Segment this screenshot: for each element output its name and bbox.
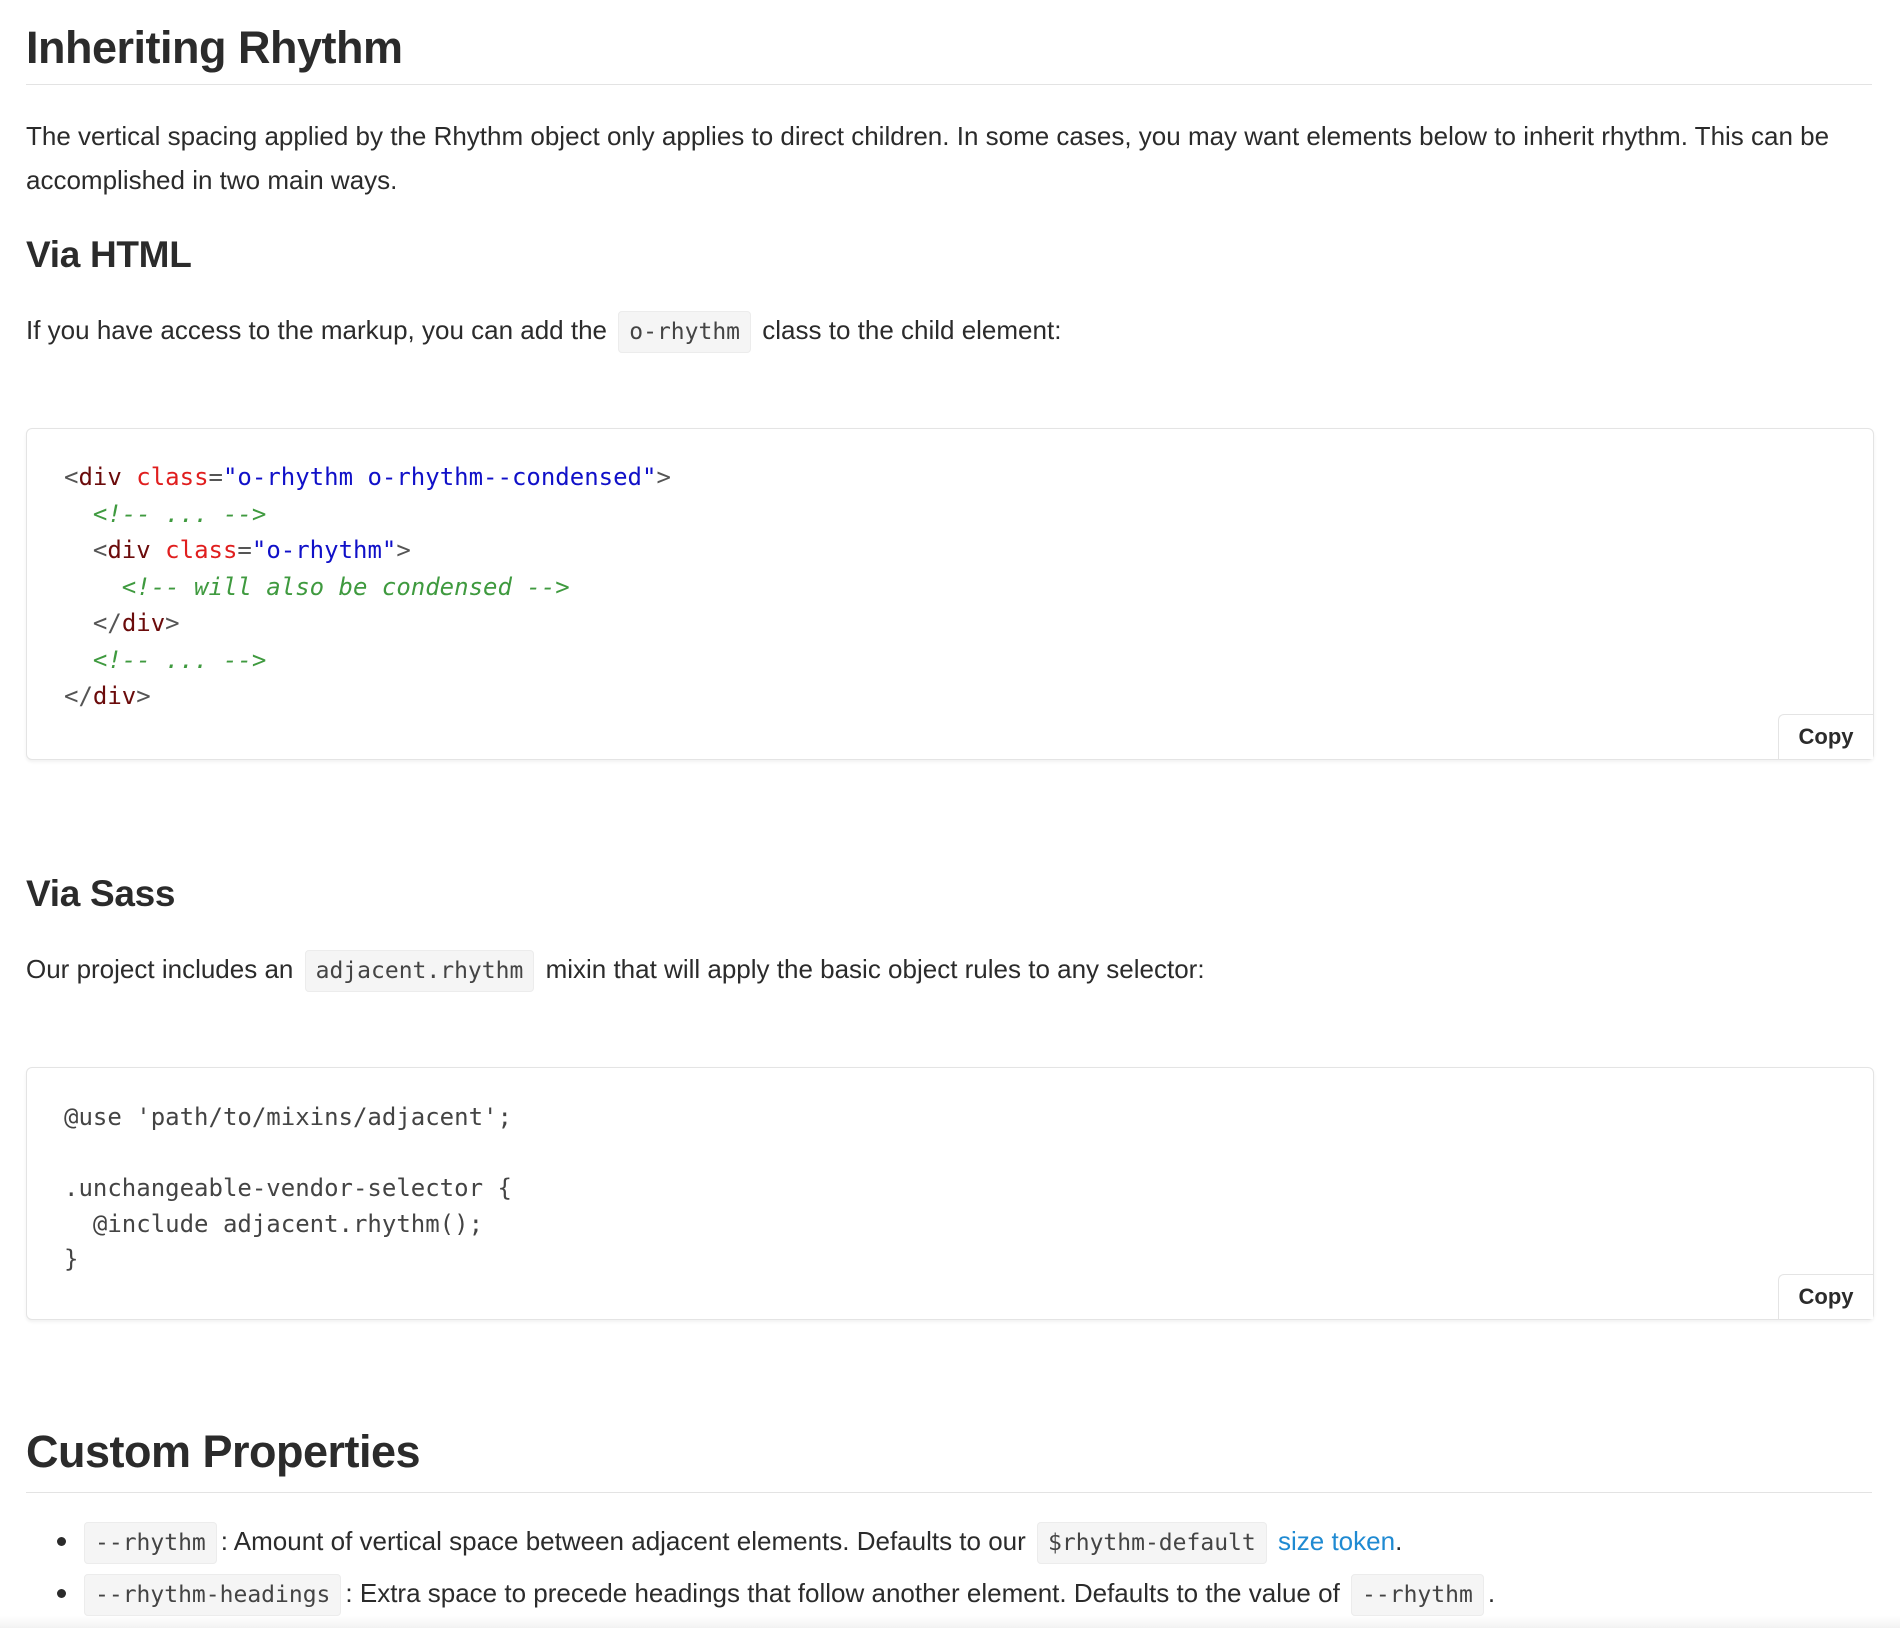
inline-code-adjacent-rhythm: adjacent.rhythm <box>304 950 535 992</box>
copy-button-html[interactable]: Copy <box>1778 714 1873 759</box>
rhythm-headings-description: : Extra space to precede headings that f… <box>345 1578 1340 1608</box>
copy-button-sass[interactable]: Copy <box>1778 1274 1873 1319</box>
inline-code-rhythm-default: $rhythm-default <box>1037 1522 1267 1564</box>
code-line: <!-- ... --> <box>92 645 267 674</box>
sass-code-block: @use 'path/to/mixins/adjacent'; .unchang… <box>26 1067 1874 1320</box>
list-item: --rhythm: Amount of vertical space betwe… <box>26 1516 1872 1568</box>
rhythm-description: : Amount of vertical space between adjac… <box>220 1526 1026 1556</box>
via-html-text-after: class to the child element: <box>762 315 1062 345</box>
section-heading-wrap: Inheriting Rhythm <box>26 22 1872 85</box>
inline-code-rhythm: --rhythm <box>84 1522 217 1564</box>
via-html-text-before: If you have access to the markup, you ca… <box>26 315 608 345</box>
code-line: @use 'path/to/mixins/adjacent'; <box>64 1103 512 1131</box>
code-line: </div> <box>64 682 151 710</box>
bullet <box>57 1537 66 1546</box>
custom-properties-list: --rhythm: Amount of vertical space betwe… <box>26 1516 1872 1620</box>
via-html-heading: Via HTML <box>26 234 192 275</box>
code-line: <!-- ... --> <box>92 499 267 528</box>
bullet <box>57 1589 66 1598</box>
page-title: Inheriting Rhythm <box>26 22 403 73</box>
code-line: .unchangeable-vendor-selector { <box>64 1174 512 1202</box>
code-line: <!-- will also be condensed --> <box>121 572 570 601</box>
via-sass-paragraph: Our project includes an adjacent.rhythm … <box>26 947 1872 993</box>
html-code: <div class="o-rhythm o-rhythm--condensed… <box>64 459 671 715</box>
html-code-block: <div class="o-rhythm o-rhythm--condensed… <box>26 428 1874 760</box>
sass-code: @use 'path/to/mixins/adjacent'; .unchang… <box>64 1100 512 1278</box>
list-item: --rhythm-headings: Extra space to preced… <box>26 1568 1872 1620</box>
bottom-fade <box>0 1616 1900 1628</box>
inline-code-rhythm-headings: --rhythm-headings <box>84 1574 342 1616</box>
inline-code-o-rhythm: o-rhythm <box>618 311 752 353</box>
code-line: <div class="o-rhythm o-rhythm--condensed… <box>64 463 671 491</box>
code-line: <div class="o-rhythm"> <box>92 536 411 564</box>
custom-properties-heading: Custom Properties <box>26 1426 421 1477</box>
via-sass-heading: Via Sass <box>26 873 176 914</box>
code-line: @include adjacent.rhythm(); <box>64 1209 484 1238</box>
period: . <box>1487 1578 1496 1608</box>
via-sass-text-before: Our project includes an <box>26 954 294 984</box>
intro-paragraph: The vertical spacing applied by the Rhyt… <box>26 121 1830 195</box>
size-token-link[interactable]: size token <box>1278 1526 1395 1556</box>
code-line: </div> <box>92 609 180 637</box>
custom-properties-heading-wrap: Custom Properties <box>26 1426 1872 1493</box>
period: . <box>1395 1526 1403 1556</box>
code-line: } <box>64 1245 79 1273</box>
via-html-paragraph: If you have access to the markup, you ca… <box>26 308 1872 354</box>
via-sass-text-after: mixin that will apply the basic object r… <box>545 954 1205 984</box>
inline-code-rhythm-ref: --rhythm <box>1351 1574 1484 1616</box>
